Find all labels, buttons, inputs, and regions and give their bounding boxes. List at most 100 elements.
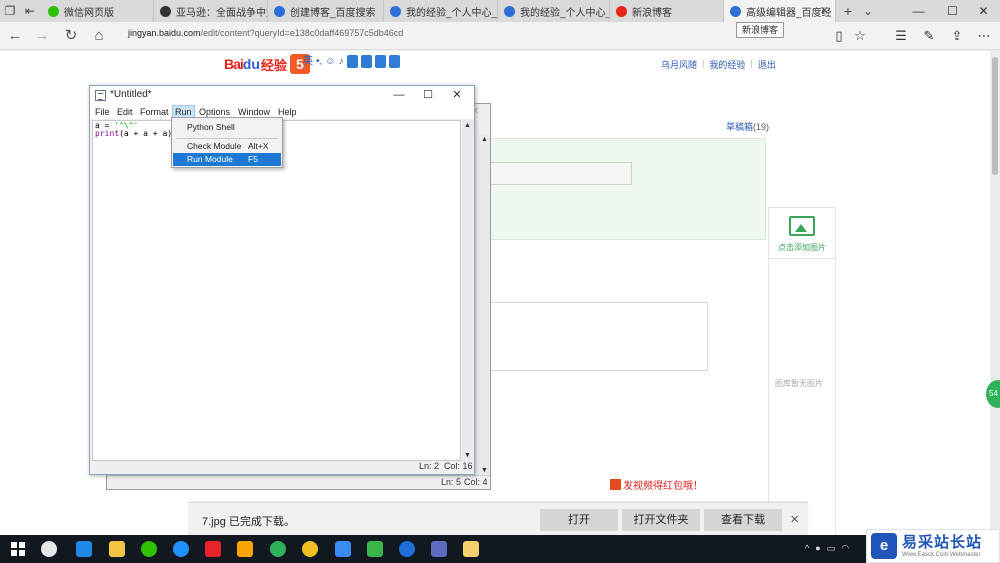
chrome-icon[interactable]: [302, 541, 318, 557]
editor-minimize-button[interactable]: —: [386, 87, 412, 104]
edge-browser-icon[interactable]: [76, 541, 92, 557]
editor-title-bar[interactable]: *Untitled* — ☐ ✕: [90, 86, 474, 105]
menu-item-python-shell[interactable]: Python Shell: [173, 121, 281, 134]
summary-textarea[interactable]: [484, 302, 708, 371]
app-pinwheel-icon[interactable]: [41, 541, 57, 557]
idle-taskbar-icon[interactable]: [463, 541, 479, 557]
new-tab-button[interactable]: +: [840, 3, 856, 19]
favorite-star-icon[interactable]: ☆: [851, 27, 869, 45]
view-downloads-button[interactable]: 查看下载: [704, 509, 782, 531]
tray-battery-icon[interactable]: ▭: [827, 543, 836, 554]
browser-tab-bar: ❐ ⇤ 微信网页版 亚马逊：全面战争中文 创建博客_百度搜索 我的经验_个人中心…: [0, 0, 1000, 22]
tray-chevron-icon[interactable]: ^: [805, 543, 809, 554]
editor-column-number: Col: 16: [444, 461, 473, 471]
menu-item-run-module[interactable]: Run Module F5: [173, 153, 281, 166]
my-experience-link[interactable]: 我的经验: [709, 58, 745, 71]
username-link[interactable]: 乌月风随: [661, 58, 697, 71]
video-promo-link[interactable]: 发视频得红包哦！: [610, 477, 703, 492]
baidu-paw-icon: [390, 5, 401, 17]
browser-maximize-button[interactable]: ☐: [936, 0, 969, 22]
web-note-icon[interactable]: ✎: [920, 27, 938, 45]
ime-keyboard-icon[interactable]: [346, 55, 358, 68]
page-scrollbar-thumb[interactable]: [992, 57, 998, 175]
browser-close-button[interactable]: ✕: [967, 0, 1000, 22]
logout-link[interactable]: 退出: [758, 58, 776, 71]
scroll-up-arrow-icon[interactable]: ▲: [479, 134, 490, 145]
watermark-logo: e 易采站长站 Www.Easck.Com Webmaster: [866, 529, 1000, 563]
ime-skin-icon[interactable]: [374, 55, 386, 68]
ime-menu-icon[interactable]: [388, 55, 400, 68]
orange-app-icon[interactable]: [237, 541, 253, 557]
sina-icon: [616, 5, 627, 17]
tab-sina-blog[interactable]: 新浪博客: [610, 0, 724, 22]
editor-maximize-button[interactable]: ☐: [415, 87, 441, 104]
reading-view-icon[interactable]: ▯: [830, 27, 848, 45]
wechat-app-icon[interactable]: [141, 541, 157, 557]
shell-status-bar: Ln: 5 Col: 4: [107, 475, 490, 489]
draft-box-link[interactable]: 草稿箱(19): [726, 120, 769, 133]
title-panel: [478, 138, 766, 240]
tab-baidu-search[interactable]: 创建博客_百度搜索: [268, 0, 384, 22]
ime-emoji-icon[interactable]: ☺: [325, 55, 335, 68]
ime-punct-icon[interactable]: •,: [316, 55, 322, 68]
menu-edit[interactable]: Edit: [115, 105, 135, 119]
green-app-icon[interactable]: [270, 541, 286, 557]
more-icon[interactable]: ⋯: [975, 27, 993, 45]
blue-bird-app-icon[interactable]: [335, 541, 351, 557]
baidu-jingyan-logo[interactable]: Bai du 经验 5: [224, 54, 310, 74]
ime-language-label[interactable]: 英: [303, 55, 313, 68]
favorites-hub-icon[interactable]: ☰: [892, 27, 910, 45]
refresh-icon[interactable]: ↻: [62, 27, 80, 45]
tray-security-icon[interactable]: ●: [815, 543, 820, 554]
tab-wechat[interactable]: 微信网页版: [42, 0, 154, 22]
editor-close-button[interactable]: ✕: [444, 87, 470, 104]
shell-line-number: Ln: 5: [441, 477, 462, 487]
add-image-button[interactable]: 点击添加图片: [768, 207, 836, 259]
image-gallery-column: [768, 259, 836, 535]
download-close-button[interactable]: ✕: [790, 513, 799, 526]
close-tab-icon[interactable]: ✕: [820, 4, 829, 17]
image-add-icon: [789, 216, 815, 236]
tab-manager-icon[interactable]: ❐: [2, 3, 18, 19]
ime-tools-icon[interactable]: [360, 55, 372, 68]
file-explorer-icon[interactable]: [109, 541, 125, 557]
tab-back-icon[interactable]: ⇤: [22, 3, 38, 19]
tab-amazon[interactable]: 亚马逊：全面战争中文: [154, 0, 268, 22]
url-field[interactable]: jingyan.baidu.com/edit/content?queryId=e…: [128, 28, 403, 38]
cloud-app-icon[interactable]: [367, 541, 383, 557]
home-icon[interactable]: ⌂: [90, 27, 108, 45]
tab-list-button[interactable]: ⌄: [860, 3, 876, 19]
shell-scrollbar[interactable]: ▲ ▼: [479, 134, 490, 476]
menu-format[interactable]: Format: [138, 105, 171, 119]
code-text-area[interactable]: a = '^\^' print(a + a + a): [92, 120, 461, 461]
tab-my-experience-2[interactable]: 我的经验_个人中心_百: [498, 0, 610, 22]
page-scrollbar[interactable]: [990, 51, 1000, 535]
editor-scrollbar[interactable]: ▲ ▼: [462, 120, 473, 461]
user-links: 乌月风随 | 我的经验 | 退出: [661, 58, 776, 71]
windows-start-icon[interactable]: [11, 542, 25, 556]
menu-file[interactable]: File: [93, 105, 112, 119]
red-app-icon[interactable]: [205, 541, 221, 557]
scroll-up-arrow-icon[interactable]: ▲: [462, 120, 473, 131]
tab-my-experience-1[interactable]: 我的经验_个人中心_百: [384, 0, 498, 22]
ime-voice-icon[interactable]: ♪: [339, 55, 344, 68]
floating-badge-button[interactable]: 54: [986, 380, 1000, 408]
address-bar: ← → ↻ ⌂ jingyan.baidu.com/edit/content?q…: [0, 22, 1000, 50]
system-tray: ^ ● ▭ ◠: [805, 543, 849, 554]
tray-wifi-icon[interactable]: ◠: [841, 543, 849, 554]
photo-app-icon[interactable]: [431, 541, 447, 557]
browser-minimize-button[interactable]: —: [902, 0, 935, 22]
qq-browser-icon[interactable]: [173, 541, 189, 557]
share-icon[interactable]: ⇪: [948, 27, 966, 45]
media-player-icon[interactable]: [399, 541, 415, 557]
download-message: 7.jpg 已完成下载。: [202, 516, 295, 528]
amazon-icon: [160, 5, 171, 17]
back-arrow-icon[interactable]: ←: [6, 27, 24, 45]
open-file-button[interactable]: 打开: [540, 509, 618, 531]
menu-item-check-module[interactable]: Check Module Alt+X: [173, 140, 281, 153]
title-input[interactable]: [487, 162, 632, 185]
tab-advanced-editor[interactable]: 高级编辑器_百度经 ✕: [724, 0, 836, 22]
download-notification-bar: 7.jpg 已完成下载。 打开 打开文件夹 查看下载 ✕: [188, 502, 808, 535]
forward-arrow-icon[interactable]: →: [33, 27, 51, 45]
open-folder-button[interactable]: 打开文件夹: [622, 509, 700, 531]
